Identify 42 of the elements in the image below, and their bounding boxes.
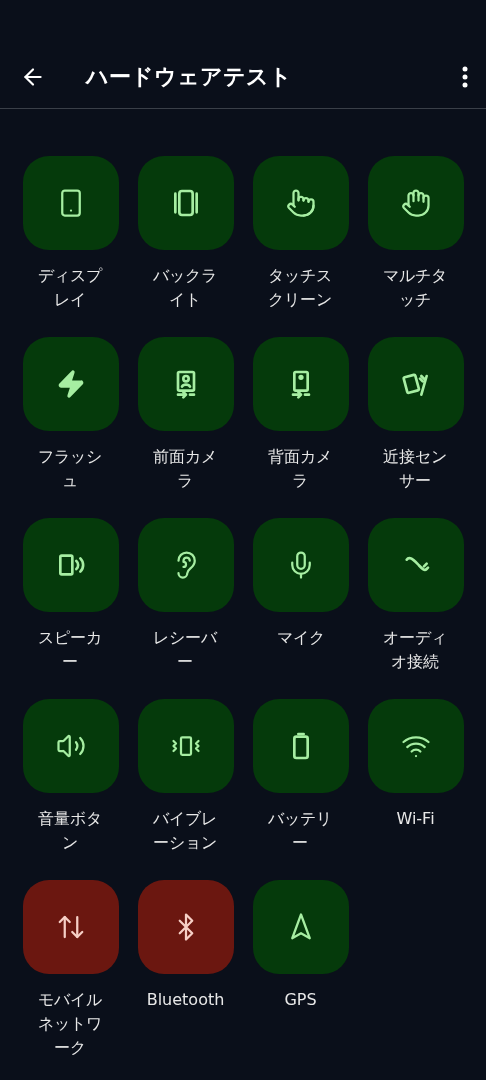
test-tile[interactable]	[252, 518, 349, 612]
test-label: Bluetooth	[146, 989, 225, 1011]
more-icon	[462, 66, 468, 88]
test-tile[interactable]	[367, 337, 464, 431]
test-tile[interactable]	[137, 699, 234, 793]
test-tile[interactable]	[367, 156, 464, 250]
test-tile[interactable]	[137, 518, 234, 612]
test-tile[interactable]	[367, 699, 464, 793]
test-label: フラッシュ	[37, 446, 104, 492]
test-label: 音量ボタン	[37, 808, 104, 854]
test-tile[interactable]	[367, 518, 464, 612]
test-label: バイブレーション	[152, 808, 219, 854]
test-tile[interactable]	[252, 156, 349, 250]
test-label: 前面カメラ	[152, 446, 219, 492]
test-label: モバイルネットワーク	[37, 989, 104, 1059]
test-tile[interactable]	[137, 880, 234, 974]
hand-icon	[400, 188, 431, 218]
test-label: バックライト	[152, 265, 219, 311]
test-label: レシーバー	[152, 627, 219, 673]
page-title: ハードウェアテスト	[86, 63, 293, 91]
test-label: ディスプレイ	[37, 265, 104, 311]
test-label: オーディオ接続	[382, 627, 449, 673]
test-label: 近接センサー	[382, 446, 449, 492]
test-tile[interactable]	[252, 699, 349, 793]
test-label: スピーカー	[37, 627, 104, 673]
test-label: マイク	[276, 627, 325, 649]
test-tile[interactable]	[137, 337, 234, 431]
touch-icon	[285, 188, 316, 218]
test-tile[interactable]	[252, 880, 349, 974]
test-label: 背面カメラ	[267, 446, 334, 492]
test-label: GPS	[284, 989, 317, 1011]
test-label: マルチタッチ	[382, 265, 449, 311]
test-tile[interactable]	[22, 518, 119, 612]
test-label: バッテリー	[267, 808, 334, 854]
test-tile[interactable]	[22, 699, 119, 793]
test-label: Wi-Fi	[396, 808, 435, 830]
test-tile[interactable]	[22, 337, 119, 431]
test-tile[interactable]	[137, 156, 234, 250]
test-tile[interactable]	[22, 880, 119, 974]
test-label: タッチスクリーン	[267, 265, 334, 311]
test-tile[interactable]	[22, 156, 119, 250]
test-tile[interactable]	[252, 337, 349, 431]
